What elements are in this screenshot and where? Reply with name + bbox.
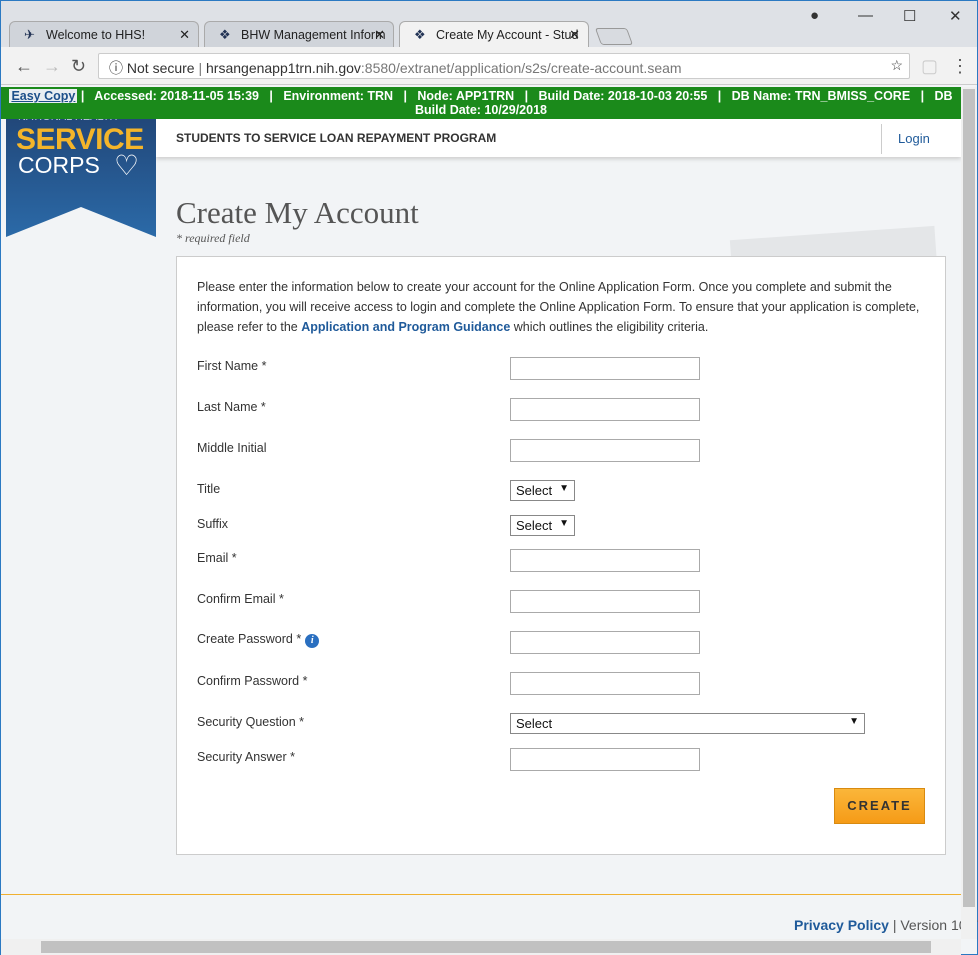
hrsa-icon: ❖ <box>219 27 231 42</box>
title-select[interactable]: Select ▼ <box>510 480 575 501</box>
close-tab-icon[interactable]: ✕ <box>374 27 385 43</box>
intro-text: Please enter the information below to cr… <box>197 280 920 334</box>
menu-icon[interactable]: ⋮ <box>951 56 969 77</box>
maximize-icon[interactable]: ☐ <box>903 7 916 25</box>
email-input[interactable] <box>510 549 700 572</box>
hhs-eagle-icon: ✈ <box>24 27 35 42</box>
login-link[interactable]: Login <box>881 124 961 154</box>
reload-icon[interactable]: ↻ <box>71 56 86 77</box>
browser-tab-bar: ✈ Welcome to HHS! ✕ ❖ BHW Management Inform… <box>1 1 977 47</box>
close-tab-icon[interactable]: ✕ <box>569 27 580 43</box>
url-bar[interactable]: ⓘ Not secure | hrsangenapp1trn.nih.gov:8… <box>98 53 910 79</box>
guidance-link[interactable]: Application and Program Guidance <box>301 320 510 334</box>
password-info-icon[interactable]: i <box>305 634 320 648</box>
vertical-scrollbar[interactable] <box>961 87 977 939</box>
environment-bar: Easy Copy | Accessed: 2018-11-05 15:39 |… <box>1 87 961 119</box>
tab-create-account[interactable]: ❖ Create My Account - Stud ✕ <box>399 21 589 47</box>
footer: Privacy Policy | Version 10.7 <box>794 917 978 933</box>
bookmark-star-icon[interactable]: ☆ <box>890 57 903 74</box>
confirm-password-input[interactable] <box>510 672 700 695</box>
scroll-thumb[interactable] <box>41 941 931 953</box>
forward-icon[interactable]: → <box>43 56 61 77</box>
tab-bhw[interactable]: ❖ BHW Management Inform ✕ <box>204 21 394 47</box>
suffix-select[interactable]: Select ▼ <box>510 515 575 536</box>
easy-copy-link[interactable]: Easy Copy <box>9 89 78 103</box>
close-window-icon[interactable]: ✕ <box>949 7 962 25</box>
privacy-policy-link[interactable]: Privacy Policy <box>794 917 889 933</box>
hrsa-icon: ❖ <box>414 27 426 42</box>
info-icon[interactable]: ⓘ <box>109 60 123 76</box>
close-tab-icon[interactable]: ✕ <box>179 27 190 43</box>
site-header: STUDENTS TO SERVICE LOAN REPAYMENT PROGR… <box>156 119 961 157</box>
dropdown-arrow-icon: ▼ <box>559 518 569 529</box>
first-name-input[interactable] <box>510 357 700 380</box>
last-name-input[interactable] <box>510 398 700 421</box>
page-title: Create My Account <box>176 195 419 230</box>
profile-icon[interactable]: ● <box>810 7 819 24</box>
create-account-form: Please enter the information below to cr… <box>176 256 946 855</box>
horizontal-scrollbar[interactable] <box>1 939 961 955</box>
minimize-icon[interactable]: — <box>858 7 873 24</box>
footer-divider <box>1 894 961 895</box>
middle-initial-input[interactable] <box>510 439 700 462</box>
address-toolbar: ← → ↻ ⓘ Not secure | hrsangenapp1trn.nih… <box>1 47 977 85</box>
extension-icon[interactable]: ▢ <box>921 56 938 77</box>
security-question-select[interactable]: Select ▼ <box>510 713 865 734</box>
security-answer-input[interactable] <box>510 748 700 771</box>
dropdown-arrow-icon: ▼ <box>849 716 859 727</box>
new-tab-button[interactable] <box>594 28 634 45</box>
tab-welcome-hhs[interactable]: ✈ Welcome to HHS! ✕ <box>9 21 199 47</box>
scroll-thumb[interactable] <box>963 89 975 907</box>
program-name: STUDENTS TO SERVICE LOAN REPAYMENT PROGR… <box>176 131 497 145</box>
heart-icon: ♡ <box>114 150 140 181</box>
dropdown-arrow-icon: ▼ <box>559 483 569 494</box>
create-password-input[interactable] <box>510 631 700 654</box>
back-icon[interactable]: ← <box>15 56 33 77</box>
create-button[interactable]: CREATE <box>834 788 925 824</box>
required-note: * required field <box>176 231 250 245</box>
confirm-email-input[interactable] <box>510 590 700 613</box>
